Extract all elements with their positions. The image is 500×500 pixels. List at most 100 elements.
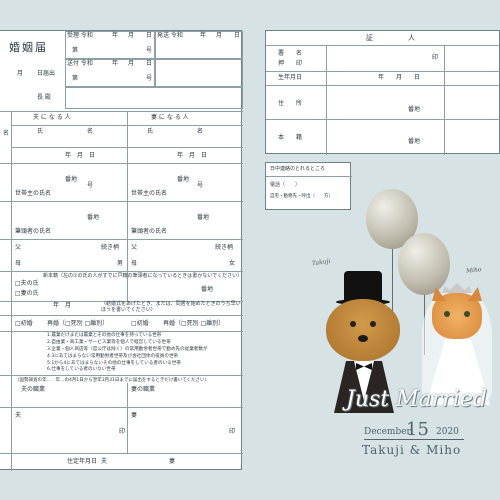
witness-header: 証 人 [366, 34, 415, 42]
husband-address-gou: 号 [87, 182, 94, 189]
cat-eye-left [444, 311, 450, 317]
census-note: （国勢調査の年… 年…の4月1日から翌年3月31日までに届出をするときだけ書いて… [15, 378, 210, 383]
husband-given: 名 [87, 128, 94, 135]
wife-surname-option: □妻の氏 [15, 290, 39, 297]
issue-year: 年 [200, 32, 207, 39]
wedding-illustration: Takuji Miho Just Married December 15 202… [300, 185, 500, 465]
wife-birth: 年 月 日 [177, 152, 208, 159]
wife-householder: 世帯主の氏名 [131, 190, 168, 197]
witness-seal-mark: 印 [432, 54, 439, 61]
new-honseki-banchi: 番地 [201, 286, 214, 293]
wife-seal: 印 [229, 428, 236, 435]
wife-female: 女 [229, 260, 236, 267]
wife-surname: 氏 [147, 128, 154, 135]
wife-first-marriage: □初婚 [131, 320, 149, 327]
wife-father: 父 [131, 244, 138, 251]
husband-signature: 夫 [15, 412, 22, 419]
issue-day: 日 [234, 32, 241, 39]
check-strip [65, 87, 243, 109]
witness-honseki-banchi: 番地 [408, 138, 421, 145]
month-label-2: 月 [128, 32, 135, 39]
contact-tel: 電話（ ） [270, 182, 301, 188]
wife-address-gou: 号 [197, 182, 204, 189]
sent-label: 送付 令和 [67, 60, 93, 67]
wedding-year: 2020 [436, 427, 459, 437]
dog-nose [358, 335, 368, 342]
husband-header: 夫 に な る 人 [33, 114, 71, 121]
mayor-label: 長 殿 [37, 94, 51, 101]
occupation-list: 1.農業だけまたは農業とその他の仕事を持っている世帯 2.自由業・商工業・サービ… [47, 333, 241, 374]
submitted-label: 日届出 [37, 70, 56, 77]
bride-script-label: Miho [465, 266, 482, 275]
husband-seal: 印 [119, 428, 126, 435]
cohabitation-date: 年 月 [53, 302, 72, 309]
witness-panel: 証 人 署 名 押 印 印 生年月日 年 月 日 住 所 番地 本 籍 番地 [265, 30, 500, 155]
received-label: 受理 令和 [67, 32, 93, 39]
form-title: 婚姻届 [9, 41, 48, 54]
occupation-line: 4.3にあてはまらない常用勤労者世帯及び会社団体の役員の世帯 [47, 353, 179, 359]
wife-given: 名 [197, 128, 204, 135]
wife-relation: 続き柄 [215, 244, 234, 251]
just-married-headline: Just Married [346, 387, 487, 412]
issue-month: 月 [216, 32, 223, 39]
occupation-line: 3.企業・個人商店等（官公庁は除く）の常用勤労者世帯で勤め先の従業者数が [47, 346, 208, 352]
witness-seal-label: 押 印 [278, 60, 303, 67]
husband-address-banchi: 番地 [65, 176, 78, 183]
new-honseki-note: 新本籍（左の①の氏の人がすでに戸籍の筆頭者になっているときは書かないでください） [43, 273, 243, 279]
husband-remarriage: 再婚（□死別 □離別） [47, 320, 109, 327]
sent-go: 号 [146, 75, 153, 82]
husband-job: 夫の職業 [21, 386, 46, 393]
wife-remarriage: 再婚（□死別 □離別） [163, 320, 225, 327]
sent-day: 日 [146, 60, 153, 67]
witness-dob-label: 生年月日 [278, 74, 303, 81]
tiara-icon [442, 283, 472, 293]
witness-address-label: 住 所 [278, 100, 303, 107]
husband-first-marriage: □初婚 [15, 320, 33, 327]
wife-signature: 妻 [131, 412, 138, 419]
husband-honseki-banchi: 番地 [87, 214, 100, 221]
wife-header: 妻 に な る 人 [151, 114, 189, 121]
footer-date-label: 住定年月日 [67, 458, 98, 465]
witness-address-banchi: 番地 [408, 106, 421, 113]
month-label: 月 [17, 70, 24, 77]
occupation-line: 1.農業だけまたは農業とその他の仕事を持っている世帯 [47, 333, 162, 338]
cohabitation-note: （結婚式をあげたとき、または、同居を始めたときのうち早いほうを書いてください） [101, 301, 241, 313]
issue-label: 発送 令和 [157, 32, 183, 39]
husband-father: 父 [15, 244, 22, 251]
footer-wife: 妻 [169, 458, 176, 465]
top-hat-icon [344, 271, 382, 301]
husband-birth: 年 月 日 [65, 152, 96, 159]
witness-signature-label: 署 名 [278, 50, 303, 57]
occupation-line: 6.仕事をしている者のいない世帯 [47, 367, 116, 373]
wife-address-banchi: 番地 [177, 176, 190, 183]
husband-relation: 続き柄 [101, 244, 120, 251]
wife-honseki-head: 筆頭者の氏名 [131, 228, 168, 235]
wedding-day: 15 [406, 419, 429, 440]
issue-box: 発送 令和 年 月 日 [155, 31, 243, 59]
wife-job: 妻の職業 [131, 386, 156, 393]
cat-eye-right [464, 311, 470, 317]
witness-honseki-label: 本 籍 [278, 134, 303, 141]
received-box: 受理 令和 年 月 日 第 号 [65, 31, 155, 59]
stamp-box [155, 59, 243, 87]
footer-husband: 夫 [101, 458, 108, 465]
number-label: 第 [72, 47, 79, 54]
occupation-line: 2.自由業・商工業・サービス業等を個人で経営している世帯 [47, 339, 171, 345]
husband-householder: 世帯主の氏名 [15, 190, 52, 197]
husband-mother: 母 [15, 260, 22, 267]
go-label: 号 [146, 47, 153, 54]
wedding-month: December [364, 427, 411, 437]
dog-eye-left [350, 321, 356, 327]
sent-box: 送付 令和 年 月 日 第 号 [65, 59, 155, 87]
marriage-registration-form: 婚姻届 月 日届出 長 殿 受理 令和 年 月 日 第 号 発送 令和 年 月 … [0, 0, 500, 500]
sent-year: 年 [112, 60, 119, 67]
wife-honseki-banchi: 番地 [197, 214, 210, 221]
day-label: 日 [146, 32, 153, 39]
dog-head [326, 299, 400, 361]
sent-month: 月 [128, 60, 135, 67]
husband-honseki-head: 筆頭者の氏名 [15, 228, 52, 235]
wife-mother: 母 [131, 260, 138, 267]
main-form-panel: 婚姻届 月 日届出 長 殿 受理 令和 年 月 日 第 号 発送 令和 年 月 … [0, 30, 243, 471]
sent-number: 第 [72, 75, 79, 82]
husband-surname: 氏 [37, 128, 44, 135]
